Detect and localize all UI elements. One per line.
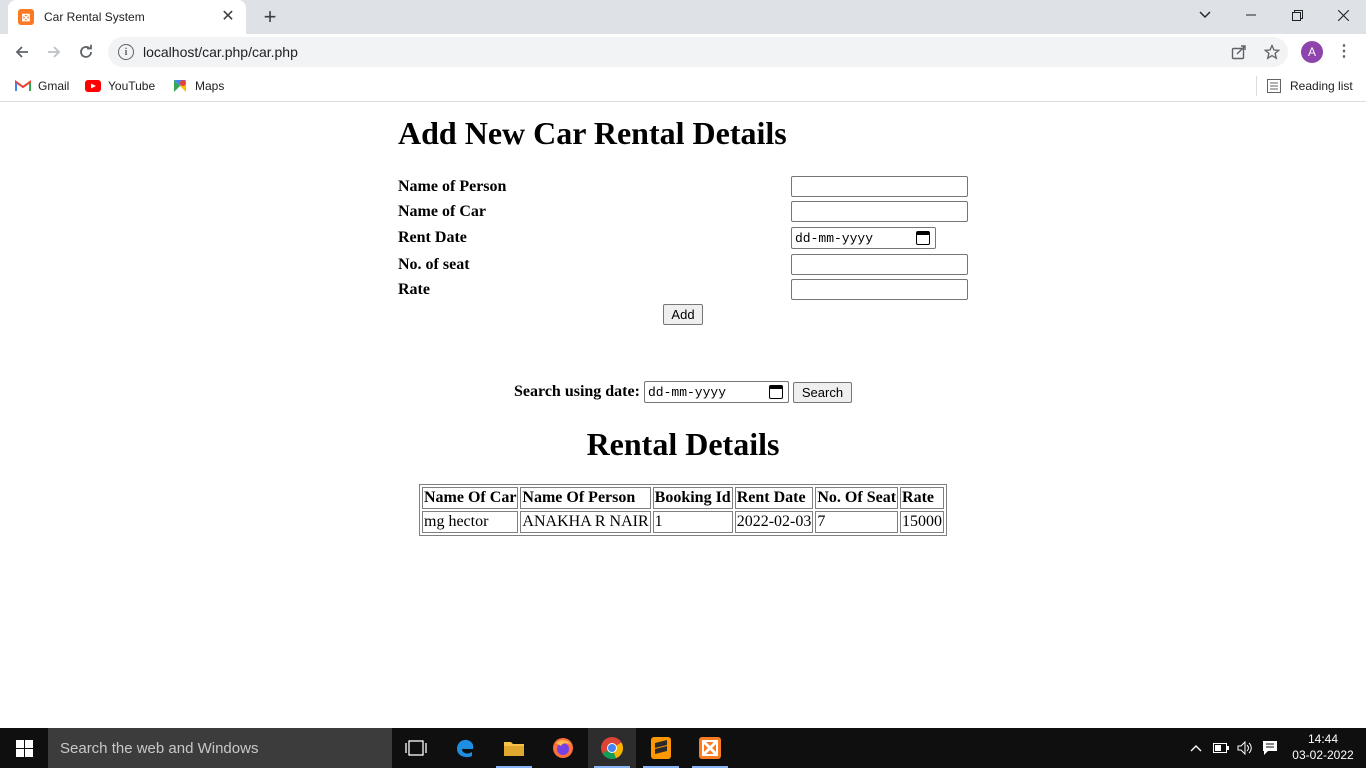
back-icon[interactable] (10, 40, 34, 64)
edge-browser-icon[interactable] (441, 728, 489, 768)
column-header: Name Of Car (422, 487, 519, 509)
youtube-icon (85, 80, 101, 92)
table-row: mg hector ANAKHA R NAIR 1 2022-02-03 7 1… (422, 511, 945, 533)
action-center-icon[interactable] (1262, 728, 1278, 768)
system-clock[interactable]: 14:44 03-02-2022 (1290, 731, 1356, 763)
seat-label: No. of seat (398, 256, 470, 273)
profile-avatar[interactable]: A (1301, 41, 1323, 63)
browser-tab[interactable]: ⊠ Car Rental System ✕ (8, 0, 246, 34)
battery-icon[interactable] (1213, 728, 1229, 768)
url-text: localhost/car.php/car.php (143, 44, 298, 60)
show-hidden-icons-icon[interactable] (1190, 728, 1202, 768)
rate-input[interactable] (791, 279, 968, 300)
tab-search-icon[interactable] (1182, 0, 1228, 30)
person-name-input[interactable] (791, 176, 968, 197)
share-icon[interactable] (1229, 42, 1249, 62)
bookmarks-bar: Gmail YouTube Maps Reading list (0, 70, 1366, 102)
table-cell: 2022-02-03 (734, 511, 814, 533)
table-header-row: Name Of Car Name Of Person Booking Id Re… (422, 487, 945, 509)
bookmark-star-icon[interactable] (1262, 42, 1282, 62)
xampp-icon[interactable] (686, 728, 734, 768)
sublime-text-icon[interactable] (637, 728, 685, 768)
seat-count-input[interactable] (791, 254, 968, 275)
xampp-favicon-icon: ⊠ (18, 9, 34, 25)
tab-close-icon[interactable]: ✕ (220, 9, 236, 25)
rental-table: Name Of Car Name Of Person Booking Id Re… (419, 484, 948, 536)
add-form-heading: Add New Car Rental Details (398, 115, 787, 151)
column-header: Booking Id (652, 487, 733, 509)
restore-button[interactable] (1274, 0, 1320, 30)
rent-date-input[interactable]: dd-mm-yyyy (791, 227, 936, 249)
rent-date-label: Rent Date (398, 229, 467, 246)
table-cell: 1 (652, 511, 733, 533)
bookmark-maps[interactable]: Maps (172, 77, 224, 95)
forward-icon[interactable] (42, 40, 66, 64)
column-header: No. Of Seat (815, 487, 899, 509)
new-tab-button[interactable]: + (258, 6, 282, 28)
add-button[interactable]: Add (663, 304, 703, 325)
minimize-button[interactable] (1228, 0, 1274, 30)
windows-start-icon[interactable] (0, 728, 48, 768)
chrome-icon[interactable] (588, 728, 636, 768)
close-window-button[interactable] (1320, 0, 1366, 30)
column-header: Rent Date (734, 487, 814, 509)
table-cell: 7 (815, 511, 899, 533)
date-placeholder: dd-mm-yyyy (795, 230, 874, 246)
browser-toolbar: i localhost/car.php/car.php A ⋮ (0, 34, 1366, 70)
person-label: Name of Person (398, 178, 507, 195)
column-header: Name Of Person (520, 487, 651, 509)
search-date-input[interactable]: dd-mm-yyyy (644, 381, 789, 403)
tab-title: Car Rental System (44, 10, 145, 24)
clock-date: 03-02-2022 (1292, 748, 1354, 762)
bookmark-youtube[interactable]: YouTube (85, 77, 155, 95)
clock-time: 14:44 (1307, 732, 1339, 746)
bookmark-label: YouTube (108, 79, 156, 93)
search-button[interactable]: Search (793, 382, 852, 403)
reading-list-label: Reading list (1290, 79, 1353, 93)
volume-icon[interactable] (1237, 728, 1253, 768)
bookmark-label: Gmail (38, 79, 70, 93)
tab-strip: ⊠ Car Rental System ✕ + (0, 0, 1366, 34)
site-info-icon[interactable]: i (118, 44, 134, 60)
gmail-icon (15, 80, 31, 91)
rental-details-heading: Rental Details (586, 426, 780, 462)
file-explorer-icon[interactable] (490, 728, 538, 768)
rate-label: Rate (398, 281, 430, 298)
calendar-icon[interactable] (769, 385, 783, 399)
address-bar[interactable]: i localhost/car.php/car.php (108, 37, 1288, 67)
windows-taskbar: Search the web and Windows 14:44 03-02-2… (0, 728, 1366, 768)
taskbar-search-box[interactable]: Search the web and Windows (48, 728, 392, 768)
search-date-label: Search using date: (514, 383, 640, 400)
car-label: Name of Car (398, 203, 486, 220)
bookmark-label: Maps (195, 79, 225, 93)
page-content: Add New Car Rental Details Name of Perso… (0, 103, 1366, 728)
bookmark-gmail[interactable]: Gmail (15, 77, 69, 95)
car-name-input[interactable] (791, 201, 968, 222)
reading-list-icon (1267, 79, 1281, 93)
maps-icon (174, 80, 186, 92)
reload-icon[interactable] (74, 40, 98, 64)
reading-list-button[interactable]: Reading list (1256, 76, 1353, 96)
table-cell: ANAKHA R NAIR (520, 511, 651, 533)
calendar-icon[interactable] (916, 231, 930, 245)
table-cell: 15000 (900, 511, 945, 533)
task-view-icon[interactable] (392, 728, 440, 768)
date-placeholder: dd-mm-yyyy (648, 384, 727, 400)
column-header: Rate (900, 487, 945, 509)
table-cell: mg hector (422, 511, 519, 533)
firefox-icon[interactable] (539, 728, 587, 768)
menu-kebab-icon[interactable]: ⋮ (1334, 42, 1354, 62)
